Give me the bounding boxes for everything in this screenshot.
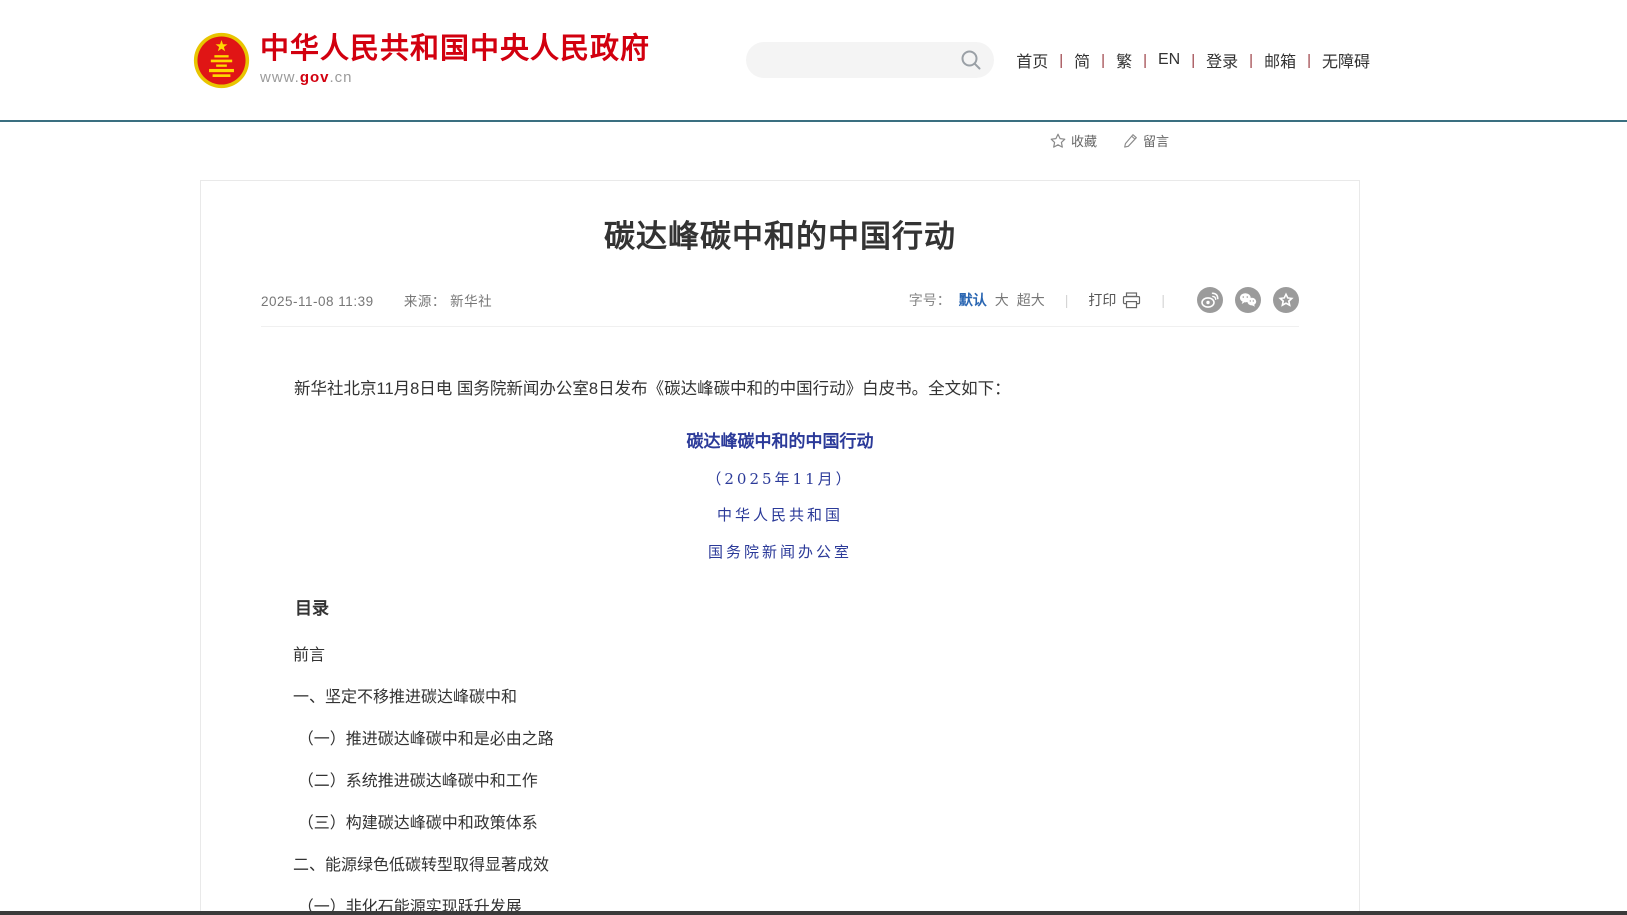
source-value[interactable]: 新华社 <box>450 294 492 309</box>
meta-separator: | <box>1065 292 1069 308</box>
article-body: 新华社北京11月8日电 国务院新闻办公室8日发布《碳达峰碳中和的中国行动》白皮书… <box>261 377 1299 915</box>
nav-separator: | <box>1249 52 1253 69</box>
share-weibo-button[interactable] <box>1197 287 1223 313</box>
article-container: 碳达峰碳中和的中国行动 2025-11-08 11:39 来源： 新华社 字号：… <box>200 180 1360 915</box>
doc-org-line1: 中华人民共和国 <box>261 504 1299 527</box>
toc-item-1-1: （一）推进碳达峰碳中和是必由之路 <box>261 732 1299 748</box>
nav-separator: | <box>1059 52 1063 69</box>
top-nav: 首页 | 简 | 繁 | EN | 登录 | 邮箱 | 无障碍 <box>1016 48 1370 72</box>
header-right: 首页 | 简 | 繁 | EN | 登录 | 邮箱 | 无障碍 <box>746 42 1370 78</box>
weibo-icon <box>1197 287 1223 313</box>
print-label: 打印 <box>1088 290 1116 310</box>
qzone-star-icon <box>1273 287 1299 313</box>
wechat-icon <box>1235 287 1261 313</box>
site-header: 中华人民共和国中央人民政府 www.gov.cn 首页 | 简 | 繁 | EN | <box>0 0 1627 122</box>
doc-date: （2025年11月） <box>261 468 1299 491</box>
toc-item-1: 一、坚定不移推进碳达峰碳中和 <box>261 690 1299 706</box>
meta-left: 2025-11-08 11:39 来源： 新华社 <box>261 290 492 310</box>
site-url: www.gov.cn <box>260 69 650 86</box>
article-meta: 2025-11-08 11:39 来源： 新华社 字号： 默认 大 超大 | 打… <box>261 287 1299 327</box>
nav-english[interactable]: EN <box>1158 51 1180 69</box>
favorite-label: 收藏 <box>1071 131 1097 150</box>
site-url-gov: gov <box>300 69 330 86</box>
site-url-www: www. <box>260 69 300 86</box>
site-url-cn: .cn <box>330 69 353 86</box>
favorite-button[interactable]: 收藏 <box>1050 131 1097 150</box>
source-label: 来源： <box>404 294 446 309</box>
page: 中华人民共和国中央人民政府 www.gov.cn 首页 | 简 | 繁 | EN | <box>0 0 1627 915</box>
message-label: 留言 <box>1143 131 1169 150</box>
toc-heading: 目录 <box>261 596 1299 622</box>
nav-accessibility[interactable]: 无障碍 <box>1322 48 1370 72</box>
publish-date: 2025-11-08 11:39 <box>261 294 374 309</box>
nav-separator: | <box>1191 52 1195 69</box>
site-title: 中华人民共和国中央人民政府 <box>260 34 650 66</box>
search-input[interactable] <box>764 52 960 68</box>
nav-traditional[interactable]: 繁 <box>1116 48 1132 72</box>
toc-item-1-3: （三）构建碳达峰碳中和政策体系 <box>261 816 1299 832</box>
national-emblem-icon <box>193 32 250 89</box>
nav-simplified[interactable]: 简 <box>1074 48 1090 72</box>
font-size-label: 字号： <box>909 290 951 310</box>
toc-item-preface: 前言 <box>261 648 1299 664</box>
site-logo-link[interactable]: 中华人民共和国中央人民政府 www.gov.cn <box>193 32 650 89</box>
logo-text: 中华人民共和国中央人民政府 www.gov.cn <box>260 34 650 86</box>
share-qzone-button[interactable] <box>1273 287 1299 313</box>
intro-paragraph: 新华社北京11月8日电 国务院新闻办公室8日发布《碳达峰碳中和的中国行动》白皮书… <box>261 377 1299 403</box>
message-button[interactable]: 留言 <box>1123 131 1169 150</box>
nav-login[interactable]: 登录 <box>1206 48 1238 72</box>
nav-separator: | <box>1101 52 1105 69</box>
meta-right: 字号： 默认 大 超大 | 打印 | <box>909 287 1299 313</box>
share-group <box>1185 287 1299 313</box>
font-size-xlarge[interactable]: 超大 <box>1017 290 1045 310</box>
toc-item-2: 二、能源绿色低碳转型取得显著成效 <box>261 858 1299 874</box>
nav-separator: | <box>1143 52 1147 69</box>
toc-item-1-2: （二）系统推进碳达峰碳中和工作 <box>261 774 1299 790</box>
font-size-default[interactable]: 默认 <box>959 290 987 310</box>
pencil-icon <box>1123 133 1138 148</box>
page-title: 碳达峰碳中和的中国行动 <box>261 217 1299 257</box>
doc-org-line2: 国务院新闻办公室 <box>261 541 1299 564</box>
bottom-edge-bar <box>0 911 1627 915</box>
tools-row: 收藏 留言 <box>0 122 1627 180</box>
star-outline-icon <box>1050 133 1066 149</box>
nav-separator: | <box>1307 52 1311 69</box>
search-icon[interactable] <box>960 49 982 71</box>
share-wechat-button[interactable] <box>1235 287 1261 313</box>
printer-icon <box>1122 292 1141 309</box>
print-button[interactable]: 打印 <box>1088 290 1141 310</box>
font-size-large[interactable]: 大 <box>995 290 1009 310</box>
nav-home[interactable]: 首页 <box>1016 48 1048 72</box>
meta-separator: | <box>1161 292 1165 308</box>
tools-inner: 收藏 留言 <box>1050 131 1195 150</box>
nav-mail[interactable]: 邮箱 <box>1264 48 1296 72</box>
search-bar <box>746 42 994 78</box>
doc-title: 碳达峰碳中和的中国行动 <box>261 429 1299 455</box>
